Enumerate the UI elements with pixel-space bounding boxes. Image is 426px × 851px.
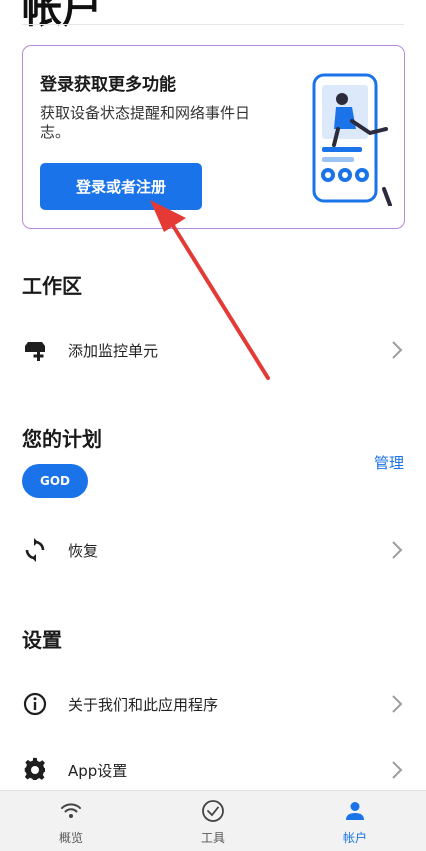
about-row[interactable]: 关于我们和此应用程序 [0, 682, 426, 726]
promo-heading: 登录获取更多功能 [40, 75, 176, 95]
sync-icon [25, 538, 45, 562]
chevron-right-icon [392, 761, 403, 779]
nav-label-overview: 概览 [58, 831, 83, 845]
about-label: 关于我们和此应用程序 [68, 695, 219, 714]
title-divider [22, 24, 404, 25]
login-or-register-button[interactable]: 登录或者注册 [40, 163, 202, 210]
app-settings-row[interactable]: App设置 [0, 748, 426, 792]
info-icon [23, 692, 47, 716]
check-circle-icon [202, 800, 224, 822]
login-promo-card: 登录获取更多功能 获取设备状态提醒和网络事件日志。 登录或者注册 [22, 45, 405, 229]
person-icon [346, 802, 364, 820]
add-monitoring-unit-row[interactable]: 添加监控单元 [0, 328, 426, 372]
nav-label-tools: 工具 [200, 831, 225, 845]
add-monitoring-unit-label: 添加监控单元 [68, 341, 159, 360]
add-device-icon [25, 342, 45, 361]
app-settings-label: App设置 [68, 761, 128, 780]
chevron-right-icon [392, 341, 403, 359]
promo-description: 获取设备状态提醒和网络事件日志。 [40, 104, 251, 141]
settings-section-title: 设置 [22, 628, 62, 652]
nav-tab-account[interactable]: 帐户 [284, 791, 426, 851]
gear-icon [24, 757, 45, 780]
nav-tab-overview[interactable]: 概览 [0, 791, 142, 851]
bottom-navigation: 概览 工具 帐户 [0, 790, 426, 851]
chevron-right-icon [392, 695, 403, 713]
chevron-right-icon [392, 541, 403, 559]
manage-plan-link[interactable]: 管理 [374, 452, 404, 473]
wifi-icon [61, 803, 81, 818]
nav-tab-tools[interactable]: 工具 [142, 791, 284, 851]
nav-label-account: 帐户 [342, 831, 367, 845]
restore-label: 恢复 [68, 541, 99, 560]
workspace-section-title: 工作区 [22, 274, 82, 298]
phone-illustration-icon [312, 73, 392, 206]
plan-badge[interactable]: GOD [22, 464, 88, 498]
page-title: 帐户 [22, 0, 102, 32]
restore-row[interactable]: 恢复 [0, 528, 426, 572]
plan-section-title: 您的计划 [22, 427, 102, 451]
